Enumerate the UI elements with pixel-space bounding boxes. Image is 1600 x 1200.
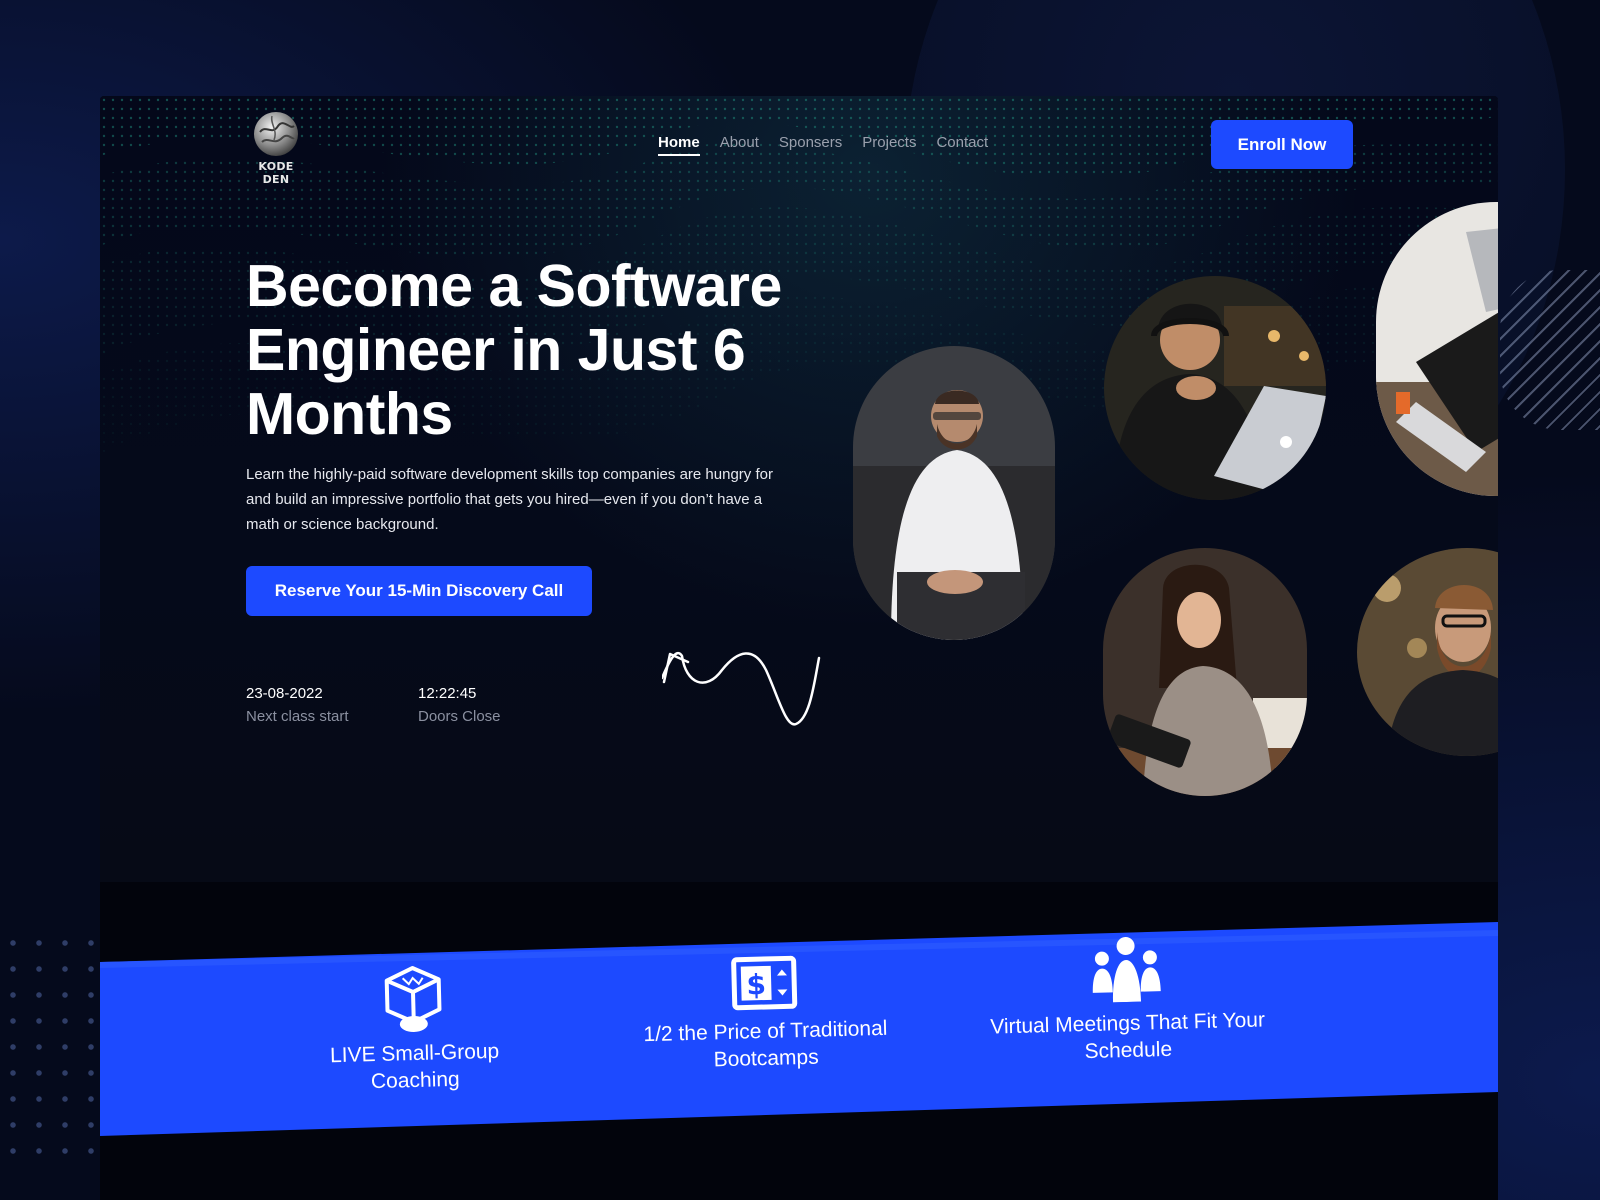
hero-section: KODE DEN Home About Sponsers Projects Co… [100,96,1498,882]
doors-close-label: Doors Close [418,708,501,725]
student-tablet-photo [1103,548,1307,796]
feature-half-price: $ 1/2 the Price of Traditional Bootcamps [619,952,912,1076]
landing-page: KODE DEN Home About Sponsers Projects Co… [100,96,1498,1200]
feature-half-price-label: 1/2 the Price of Traditional Bootcamps [643,1016,888,1072]
next-class-date: 23-08-2022 [246,685,323,702]
svg-text:$: $ [746,968,766,1001]
background-dot-pattern [0,930,100,1170]
feature-live-coaching: LIVE Small-Group Coaching [284,963,543,1098]
group-icon [1092,937,1161,1003]
brand-logo[interactable]: KODE DEN [244,110,308,186]
next-class-stat: 23-08-2022 Next class start [246,682,349,728]
nav-item-contact[interactable]: Contact [936,134,988,156]
feature-virtual-meetings: Virtual Meetings That Fit Your Schedule [980,932,1273,1068]
hero-title: Become a Software Engineer in Just 6 Mon… [246,253,782,447]
background-stripe-pattern [1500,270,1600,430]
hand-drawn-arrow-icon [662,652,821,726]
box-icon [384,966,442,1033]
bearded-man-photo [1357,548,1498,756]
brand-name: KODE DEN [258,160,294,186]
nav-item-about[interactable]: About [720,134,759,156]
doors-close-time: 12:22:45 [418,685,477,702]
instructor-photo [853,346,1055,640]
nav-item-projects[interactable]: Projects [862,134,916,156]
main-nav: Home About Sponsers Projects Contact [658,134,988,156]
feature-virtual-meetings-label: Virtual Meetings That Fit Your Schedule [990,1008,1266,1064]
hero-description: Learn the highly-paid software developme… [246,466,773,533]
brain-logo-icon [254,112,298,156]
nav-item-sponsers[interactable]: Sponsers [779,134,842,156]
workspace-laptop-photo [1376,202,1498,496]
price-tag-icon: $ [731,955,798,1011]
next-class-label: Next class start [246,708,349,725]
student-laptop-photo [1104,276,1326,500]
nav-item-home[interactable]: Home [658,134,700,156]
feature-live-coaching-label: LIVE Small-Group Coaching [329,1039,500,1094]
doors-close-stat: 12:22:45 Doors Close [418,682,501,728]
enroll-now-button[interactable]: Enroll Now [1211,120,1353,169]
discovery-call-button[interactable]: Reserve Your 15-Min Discovery Call [246,566,592,616]
